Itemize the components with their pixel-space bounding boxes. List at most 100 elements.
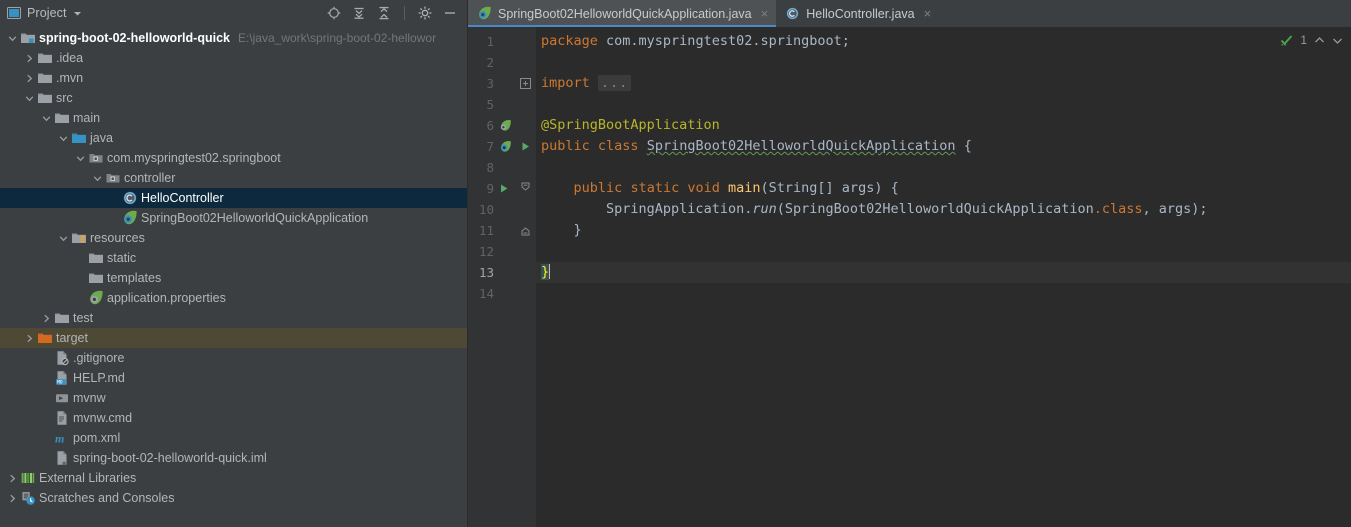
package-icon xyxy=(87,150,104,166)
tree-node-spring-boot-02-helloworld-quick-iml[interactable]: spring-boot-02-helloworld-quick.iml xyxy=(0,448,467,468)
tree-node-test[interactable]: test xyxy=(0,308,467,328)
gutter-line: 10 xyxy=(468,199,536,220)
tree-node-label: spring-boot-02-helloworld-quick xyxy=(39,31,230,45)
gitignore-file-icon xyxy=(53,350,70,366)
spring-boot-class-icon[interactable] xyxy=(496,140,516,153)
tree-arrow-placeholder xyxy=(74,268,87,288)
tree-node-label: External Libraries xyxy=(39,471,137,485)
gutter-line: 1 xyxy=(468,31,536,52)
project-tree[interactable]: spring-boot-02-helloworld-quick E:\java_w… xyxy=(0,26,467,527)
expand-all-icon[interactable] xyxy=(352,6,366,20)
tree-node-target[interactable]: target xyxy=(0,328,467,348)
spring-properties-icon xyxy=(87,290,104,306)
tree-node-java[interactable]: java xyxy=(0,128,467,148)
fold-end-icon[interactable] xyxy=(516,224,534,237)
folder-icon xyxy=(53,110,70,126)
project-tool-window: Project spring-boot-02-helloworld-quick … xyxy=(0,0,468,527)
close-icon[interactable]: × xyxy=(924,7,932,20)
keyword-public: public xyxy=(573,180,623,196)
code-line-7: public class SpringBoot02HelloworldQuick… xyxy=(536,136,1351,157)
tree-node-label: target xyxy=(56,331,88,345)
annotation-springbootapplication: @SpringBootApplication xyxy=(541,117,720,133)
chevron-down-icon[interactable] xyxy=(74,148,87,168)
chevron-down-icon[interactable] xyxy=(57,128,70,148)
folded-imports-placeholder[interactable]: ... xyxy=(597,75,632,91)
tree-node-main[interactable]: main xyxy=(0,108,467,128)
tree-node-label: pom.xml xyxy=(73,431,121,445)
tree-node-label: application.properties xyxy=(107,291,226,305)
markdown-file-icon: MD xyxy=(53,370,70,386)
code-editor[interactable]: 1 1 2 3 5 6 7 8 9 10 11 12 13 14 package… xyxy=(468,27,1351,527)
folder-icon xyxy=(36,90,53,106)
chevron-right-icon[interactable] xyxy=(6,488,19,508)
tree-node-templates[interactable]: templates xyxy=(0,268,467,288)
tree-node-gitignore[interactable]: .gitignore xyxy=(0,348,467,368)
gutter-line: 2 xyxy=(468,52,536,73)
inspection-ok-icon[interactable] xyxy=(1280,34,1293,47)
method-run: run xyxy=(752,201,777,217)
line-number: 9 xyxy=(486,181,494,196)
tree-node-spring-boot-02-helloworld-quick[interactable]: spring-boot-02-helloworld-quick E:\java_w… xyxy=(0,28,467,48)
line-number: 1 xyxy=(486,34,494,49)
select-opened-file-icon[interactable] xyxy=(327,6,341,20)
scratches-icon xyxy=(19,490,36,506)
gutter-line: 11 xyxy=(468,220,536,241)
tree-node-static[interactable]: static xyxy=(0,248,467,268)
chevron-right-icon[interactable] xyxy=(40,308,53,328)
tree-node-src[interactable]: src xyxy=(0,88,467,108)
chevron-right-icon[interactable] xyxy=(23,48,36,68)
close-icon[interactable]: × xyxy=(761,7,769,20)
code-line-13-current: } xyxy=(536,262,1351,283)
tree-node-pom-xml[interactable]: m pom.xml xyxy=(0,428,467,448)
tree-node-idea[interactable]: .idea xyxy=(0,48,467,68)
spring-bean-icon[interactable] xyxy=(496,119,516,132)
toolbar-separator xyxy=(404,6,405,20)
settings-gear-icon[interactable] xyxy=(418,6,432,20)
java-class-icon xyxy=(121,190,138,206)
run-argument-class: (SpringBoot02HelloworldQuickApplication xyxy=(776,201,1094,217)
tree-node-mvnw-cmd[interactable]: mvnw.cmd xyxy=(0,408,467,428)
project-path-label: E:\java_work\spring-boot-02-hellowor xyxy=(237,31,437,45)
collapse-fold-icon[interactable] xyxy=(516,182,534,195)
tree-node-springboot02helloworldquickapplication[interactable]: SpringBoot02HelloworldQuickApplication xyxy=(0,208,467,228)
tree-node-resources[interactable]: resources xyxy=(0,228,467,248)
hide-panel-icon[interactable] xyxy=(443,6,457,20)
expand-fold-icon[interactable] xyxy=(516,78,534,89)
chevron-right-icon[interactable] xyxy=(23,328,36,348)
line-number: 13 xyxy=(478,265,494,280)
tree-node-mvnw[interactable]: mvnw xyxy=(0,388,467,408)
chevron-down-icon[interactable] xyxy=(23,88,36,108)
code-text[interactable]: package com.myspringtest02.springboot; i… xyxy=(536,27,1351,527)
editor-tab-2[interactable]: HelloController.java × xyxy=(776,0,939,27)
close-brace-class: } xyxy=(541,264,550,280)
tree-node-help-md[interactable]: MD HELP.md xyxy=(0,368,467,388)
ide-window: Project spring-boot-02-helloworld-quick … xyxy=(0,0,1351,527)
tree-node-label: main xyxy=(73,111,101,125)
tree-node-application-properties[interactable]: application.properties xyxy=(0,288,467,308)
chevron-right-icon[interactable] xyxy=(6,468,19,488)
run-arrow-icon[interactable] xyxy=(516,141,534,152)
collapse-all-icon[interactable] xyxy=(377,6,391,20)
tree-node-hellocontroller[interactable]: HelloController xyxy=(0,188,467,208)
chevron-down-icon[interactable] xyxy=(40,108,53,128)
chevron-up-icon[interactable] xyxy=(1314,35,1325,46)
tree-node-external-libraries[interactable]: External Libraries xyxy=(0,468,467,488)
tree-node-controller[interactable]: controller xyxy=(0,168,467,188)
chevron-right-icon[interactable] xyxy=(23,68,36,88)
tree-node-mvn[interactable]: .mvn xyxy=(0,68,467,88)
editor-tab-1[interactable]: SpringBoot02HelloworldQuickApplication.j… xyxy=(468,0,777,27)
tree-node-com-myspringtest02-springboot[interactable]: com.myspringtest02.springboot xyxy=(0,148,467,168)
tree-node-label: .mvn xyxy=(56,71,84,85)
editor-gutter[interactable]: 1 2 3 5 6 7 8 9 10 11 12 13 14 xyxy=(468,27,536,527)
gutter-line: 5 xyxy=(468,94,536,115)
tree-node-scratches-and-consoles[interactable]: Scratches and Consoles xyxy=(0,488,467,508)
line-number: 10 xyxy=(478,202,494,217)
chevron-down-icon[interactable] xyxy=(73,9,82,18)
gutter-line: 9 xyxy=(468,178,536,199)
chevron-down-icon[interactable] xyxy=(57,228,70,248)
chevron-down-icon[interactable] xyxy=(6,28,19,48)
chevron-down-icon[interactable] xyxy=(91,168,104,188)
run-arrow-icon[interactable] xyxy=(496,183,516,194)
chevron-down-icon[interactable] xyxy=(1332,35,1343,46)
gutter-line-current: 13 xyxy=(468,262,536,283)
